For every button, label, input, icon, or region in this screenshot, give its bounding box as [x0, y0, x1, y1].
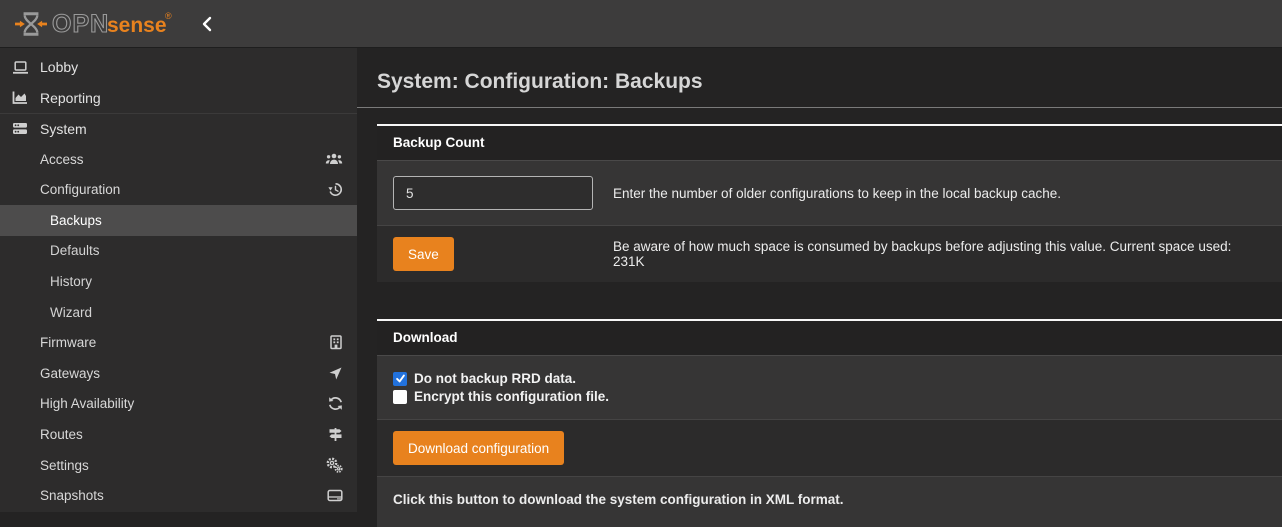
sidebar-item-settings[interactable]: Settings — [0, 450, 357, 481]
check-icon — [395, 373, 406, 384]
server-icon — [10, 121, 30, 136]
download-configuration-button[interactable]: Download configuration — [393, 431, 564, 465]
sidebar-item-access[interactable]: Access — [0, 144, 357, 175]
sidebar-item-history[interactable]: History — [0, 266, 357, 297]
sidebar-item-label: System — [40, 121, 87, 137]
sidebar-item-wizard[interactable]: Wizard — [0, 297, 357, 328]
backup-count-panel-title: Backup Count — [377, 126, 1282, 161]
sidebar-item-backups[interactable]: Backups — [0, 205, 357, 236]
top-bar: OPN sense ® — [0, 0, 1282, 48]
brand-registered-mark: ® — [165, 11, 172, 21]
sidebar-item-label: Gateways — [40, 366, 100, 381]
sidebar-item-label: Routes — [40, 427, 83, 442]
sidebar-item-snapshots[interactable]: Snapshots — [0, 480, 357, 511]
users-icon — [325, 152, 343, 166]
encrypt-checkbox-row[interactable]: Encrypt this configuration file. — [393, 389, 1266, 404]
save-row: Save Be aware of how much space is consu… — [377, 226, 1282, 282]
download-panel: Download Do not backup RRD data. — [377, 319, 1282, 527]
sidebar-item-label: Backups — [50, 213, 102, 228]
download-note-row: Click this button to download the system… — [377, 477, 1282, 527]
save-help-text: Be aware of how much space is consumed b… — [613, 239, 1266, 269]
sidebar-item-label: Reporting — [40, 90, 101, 106]
sidebar-item-defaults[interactable]: Defaults — [0, 236, 357, 267]
opnsense-logo-icon — [14, 8, 48, 40]
encrypt-checkbox[interactable] — [393, 390, 407, 404]
download-button-row: Download configuration — [377, 420, 1282, 477]
backup-count-row: Enter the number of older configurations… — [377, 161, 1282, 226]
backup-count-help-text: Enter the number of older configurations… — [613, 186, 1061, 201]
sidebar-item-label: History — [50, 274, 92, 289]
map-signs-icon — [328, 427, 343, 442]
sidebar-item-label: Wizard — [50, 305, 92, 320]
sidebar-item-high-availability[interactable]: High Availability — [0, 389, 357, 420]
page-title: System: Configuration: Backups — [357, 48, 1282, 108]
sidebar-item-configuration[interactable]: Configuration — [0, 174, 357, 205]
download-options-row: Do not backup RRD data. Encrypt this con… — [377, 356, 1282, 420]
no-rrd-checkbox-row[interactable]: Do not backup RRD data. — [393, 371, 1266, 386]
sidebar-nav: Lobby Reporting System Access Configurat… — [0, 48, 357, 512]
no-rrd-checkbox[interactable] — [393, 372, 407, 386]
sidebar-item-label: Defaults — [50, 243, 100, 258]
brand-text-outline: OPN — [52, 10, 109, 38]
brand-text-solid: sense — [107, 14, 167, 37]
sidebar-collapse-button[interactable] — [200, 15, 214, 33]
location-arrow-icon — [328, 366, 343, 381]
backup-count-input[interactable] — [393, 176, 593, 210]
sidebar-item-label: Firmware — [40, 335, 96, 350]
sidebar-item-firmware[interactable]: Firmware — [0, 327, 357, 358]
encrypt-checkbox-label: Encrypt this configuration file. — [414, 389, 609, 404]
no-rrd-checkbox-label: Do not backup RRD data. — [414, 371, 576, 386]
laptop-icon — [10, 60, 30, 75]
download-note-text: Click this button to download the system… — [393, 492, 844, 507]
refresh-icon — [328, 396, 343, 411]
sidebar-item-label: Configuration — [40, 182, 120, 197]
sidebar-item-lobby[interactable]: Lobby — [0, 52, 357, 83]
cogs-icon — [326, 457, 343, 473]
opnsense-logo[interactable]: OPN sense ® — [14, 7, 180, 41]
sidebar-item-reporting[interactable]: Reporting — [0, 83, 357, 114]
sidebar-item-system[interactable]: System — [0, 113, 357, 144]
sidebar-item-label: Settings — [40, 458, 89, 473]
main-content: System: Configuration: Backups Backup Co… — [357, 48, 1282, 512]
sidebar-item-label: Snapshots — [40, 488, 104, 503]
sidebar-item-label: High Availability — [40, 396, 134, 411]
area-chart-icon — [10, 90, 30, 105]
sidebar-item-routes[interactable]: Routes — [0, 419, 357, 450]
backup-count-panel: Backup Count Enter the number of older c… — [377, 124, 1282, 282]
sidebar-item-label: Lobby — [40, 59, 78, 75]
sidebar-item-gateways[interactable]: Gateways — [0, 358, 357, 389]
sidebar-item-label: Access — [40, 152, 84, 167]
building-icon — [329, 335, 343, 350]
chevron-left-icon — [200, 15, 214, 33]
save-button[interactable]: Save — [393, 237, 454, 271]
brand-wordmark: OPN sense ® — [52, 7, 180, 41]
history-icon — [328, 182, 343, 197]
hdd-icon — [327, 488, 343, 503]
download-panel-title: Download — [377, 321, 1282, 356]
